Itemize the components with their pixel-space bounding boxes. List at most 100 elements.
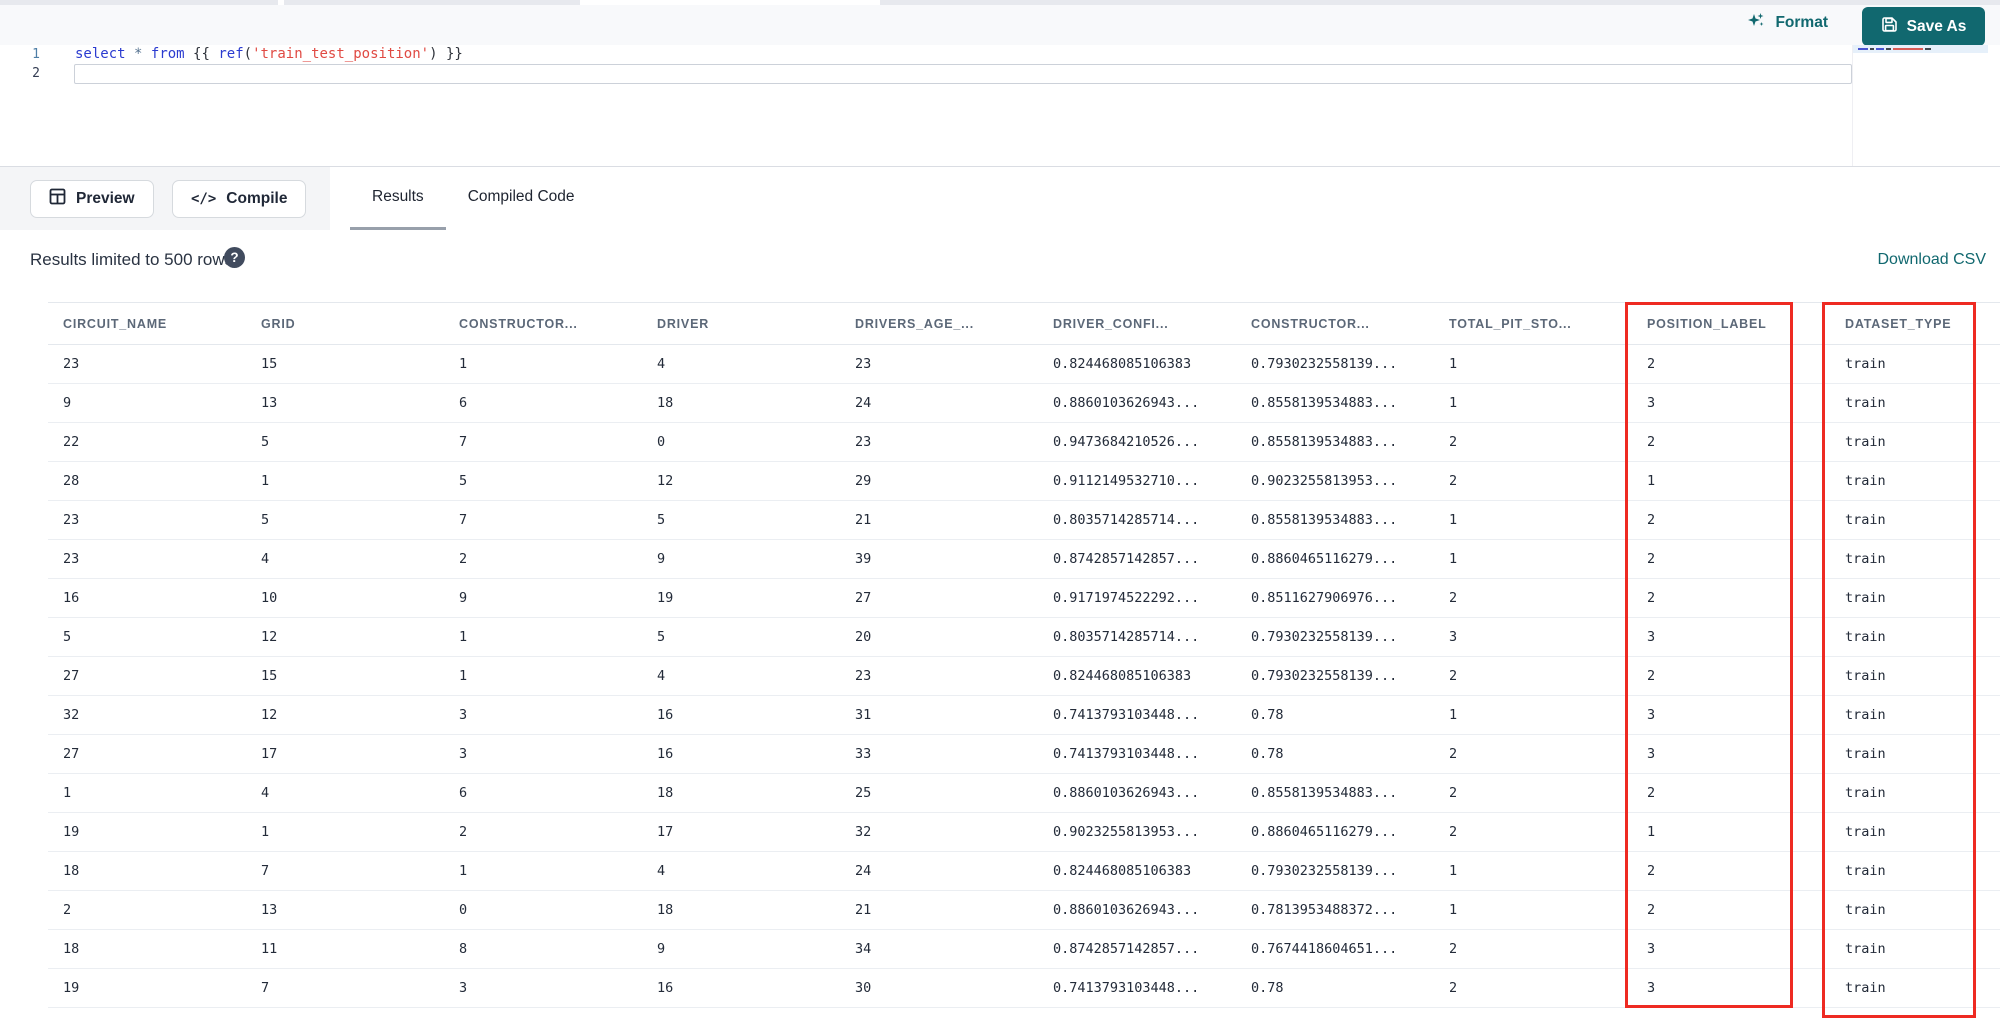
compile-button[interactable]: </> Compile	[172, 180, 307, 218]
table-cell: 3	[1632, 734, 1830, 774]
column-header-grid: GRID	[246, 302, 444, 345]
table-row: 16 10 9 19 27 0.9171974522292... 0.85116279069…	[48, 578, 2000, 618]
table-cell: 2	[1434, 461, 1632, 501]
table-row: 27 17 3 16 33 0.7413793103448... 0.78 2 3 train	[48, 734, 2000, 774]
table-cell: 0.7813953488372...	[1236, 890, 1434, 930]
table-cell: train	[1830, 812, 2000, 852]
help-icon[interactable]: ?	[224, 247, 245, 268]
table-cell: 5	[642, 617, 840, 657]
table-cell: 7	[444, 500, 642, 540]
table-cell: 9	[642, 929, 840, 969]
save-as-button-label: Save As	[1906, 17, 1967, 35]
table-cell: 24	[840, 851, 1038, 891]
table-cell: 0.78	[1236, 968, 1434, 1008]
table-cell: 12	[246, 695, 444, 735]
table-cell: 3	[444, 734, 642, 774]
table-cell: 2	[1434, 929, 1632, 969]
table-cell: 15	[246, 656, 444, 696]
table-row: 19 7 3 16 30 0.7413793103448... 0.78 2 3 train	[48, 968, 2000, 1008]
table-cell: 0.8035714285714...	[1038, 500, 1236, 540]
table-cell: 2	[444, 539, 642, 579]
table-cell: 2	[1632, 656, 1830, 696]
table-cell: 1	[1632, 461, 1830, 501]
table-cell: 6	[444, 773, 642, 813]
table-cell: 2	[1632, 422, 1830, 462]
table-cell: 1	[1632, 812, 1830, 852]
table-cell: 16	[642, 695, 840, 735]
table-cell: 12	[642, 461, 840, 501]
tab-compiled-code[interactable]: Compiled Code	[446, 167, 597, 230]
table-cell: 1	[444, 617, 642, 657]
table-cell: 3	[1434, 617, 1632, 657]
table-cell: 13	[246, 890, 444, 930]
sql-code-editor[interactable]: 1 2 select * from {{ ref('train_test_pos…	[0, 45, 2000, 166]
table-row: 23 4 2 9 39 0.8742857142857... 0.8860465116279…	[48, 539, 2000, 579]
table-cell: 7	[246, 968, 444, 1008]
table-cell: 0.7413793103448...	[1038, 695, 1236, 735]
table-cell: 25	[840, 773, 1038, 813]
table-row: 19 1 2 17 32 0.9023255813953... 0.886046511627…	[48, 812, 2000, 852]
table-row: 23 15 1 4 23 0.824468085106383 0.7930232558139…	[48, 344, 2000, 384]
active-line-indicator	[74, 64, 1852, 84]
table-cell: 2	[1632, 344, 1830, 384]
table-cell: train	[1830, 734, 2000, 774]
table-cell: 0.9171974522292...	[1038, 578, 1236, 618]
table-cell: 2	[1632, 578, 1830, 618]
table-cell: 0.78	[1236, 734, 1434, 774]
table-cell: 0.8511627906976...	[1236, 578, 1434, 618]
download-csv-link[interactable]: Download CSV	[1878, 251, 1987, 269]
results-limit-text: Results limited to 500 rows.	[30, 250, 238, 269]
table-cell: train	[1830, 656, 2000, 696]
table-cell: train	[1830, 617, 2000, 657]
save-as-button[interactable]: Save As	[1862, 7, 1985, 46]
table-cell: train	[1830, 344, 2000, 384]
editor-minimap[interactable]	[1852, 45, 1988, 166]
table-cell: 1	[48, 773, 246, 813]
table-cell: train	[1830, 968, 2000, 1008]
column-header-total_pit_sto: TOTAL_PIT_STO...	[1434, 302, 1632, 345]
tab-results[interactable]: Results	[350, 167, 446, 230]
format-button[interactable]: Format	[1747, 11, 1828, 34]
table-cell: 15	[246, 344, 444, 384]
code-token: {{	[193, 46, 219, 62]
table-cell: 6	[444, 383, 642, 423]
code-token: }}	[437, 46, 463, 62]
table-cell: 0.8742857142857...	[1038, 539, 1236, 579]
table-cell: 3	[1632, 695, 1830, 735]
table-cell: 39	[840, 539, 1038, 579]
preview-button[interactable]: Preview	[30, 180, 154, 218]
table-cell: 23	[48, 539, 246, 579]
table-cell: 32	[840, 812, 1038, 852]
format-button-label: Format	[1775, 13, 1828, 31]
table-cell: 23	[48, 500, 246, 540]
table-cell: 3	[1632, 383, 1830, 423]
table-cell: 17	[642, 812, 840, 852]
table-cell: 0.8860465116279...	[1236, 812, 1434, 852]
table-cell: 29	[840, 461, 1038, 501]
table-cell: 2	[48, 890, 246, 930]
table-cell: 0.8860103626943...	[1038, 773, 1236, 813]
results-table: CIRCUIT_NAME GRID CONSTRUCTOR... DRIVER DRIV…	[48, 302, 2000, 1008]
table-row: 5 12 1 5 20 0.8035714285714... 0.7930232558139…	[48, 617, 2000, 657]
table-cell: 2	[1434, 578, 1632, 618]
table-cell: 0.8035714285714...	[1038, 617, 1236, 657]
table-cell: 1	[444, 851, 642, 891]
compile-button-label: Compile	[226, 190, 288, 207]
table-cell: 33	[840, 734, 1038, 774]
table-cell: 18	[48, 929, 246, 969]
table-cell: 0.824468085106383	[1038, 851, 1236, 891]
table-cell: train	[1830, 422, 2000, 462]
column-header-constructor: CONSTRUCTOR...	[1236, 302, 1434, 345]
table-cell: 5	[48, 617, 246, 657]
table-cell: 5	[246, 500, 444, 540]
table-cell: 1	[1434, 695, 1632, 735]
table-cell: 1	[246, 461, 444, 501]
table-cell: 3	[444, 968, 642, 1008]
code-line-1[interactable]: select * from {{ ref('train_test_positio…	[75, 45, 463, 64]
table-cell: 2	[1434, 968, 1632, 1008]
table-cell: 4	[642, 851, 840, 891]
table-cell: 18	[642, 890, 840, 930]
table-cell: 1	[444, 344, 642, 384]
